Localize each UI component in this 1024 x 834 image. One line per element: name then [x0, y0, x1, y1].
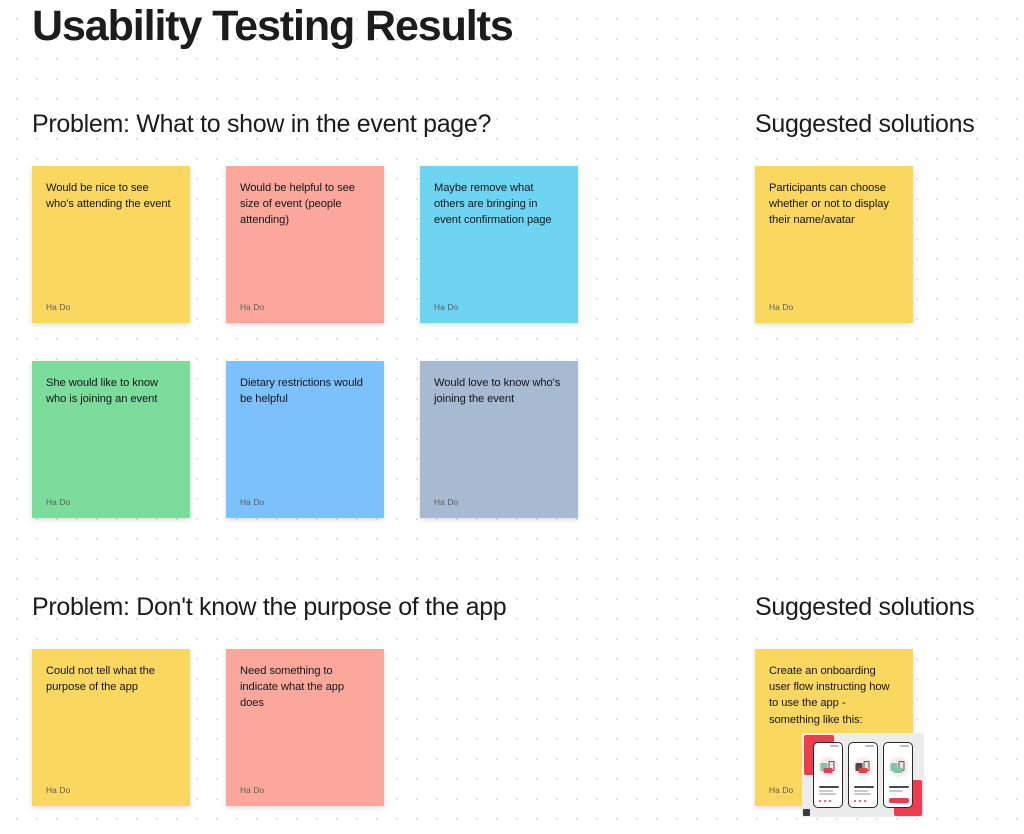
sticky-note[interactable]: She would like to know who is joining an… [32, 361, 190, 518]
sticky-note-author: Ha Do [240, 496, 265, 507]
sticky-note-author: Ha Do [434, 496, 459, 507]
sticky-note[interactable]: Could not tell what the purpose of the a… [32, 649, 190, 806]
sticky-note-author: Ha Do [769, 301, 794, 312]
mockup-pagination-dots-icon [819, 800, 831, 802]
sticky-note-text: Would love to know who's joining the eve… [434, 377, 561, 406]
sticky-note-text: Would be nice to see who's attending the… [46, 182, 171, 211]
mockup-illustration [853, 757, 873, 777]
mockup-illustration [888, 757, 908, 777]
onboarding-mockup-image [802, 733, 924, 817]
section-heading-solutions-1: Suggested solutions [755, 110, 975, 138]
sticky-note-text: Maybe remove what others are bringing in… [434, 182, 552, 227]
mockup-illustration [818, 757, 838, 777]
sticky-note[interactable]: Maybe remove what others are bringing in… [420, 166, 578, 323]
mockup-pagination-dots-icon [854, 800, 866, 802]
sticky-note-text: Need something to indicate what the app … [240, 665, 345, 710]
sticky-note[interactable]: Would be helpful to see size of event (p… [226, 166, 384, 323]
mockup-statusbar-icon [900, 745, 909, 747]
sticky-note-author: Ha Do [434, 301, 459, 312]
mockup-phone-screen-1 [813, 742, 843, 808]
sticky-note[interactable]: Need something to indicate what the app … [226, 649, 384, 806]
solution-sticky-note-with-mockup[interactable]: Create an onboarding user flow instructi… [755, 649, 924, 817]
mockup-corner-badge-icon [803, 809, 810, 816]
sticky-note-author: Ha Do [240, 301, 265, 312]
sticky-note-author: Ha Do [46, 784, 71, 795]
mockup-phone-screen-3 [883, 742, 913, 808]
section-heading-solutions-2: Suggested solutions [755, 593, 975, 621]
page-title: Usability Testing Results [32, 2, 514, 50]
sticky-note[interactable]: Would be nice to see who's attending the… [32, 166, 190, 323]
sticky-note[interactable]: Dietary restrictions would be helpful Ha… [226, 361, 384, 518]
sticky-note[interactable]: Would love to know who's joining the eve… [420, 361, 578, 518]
sticky-note-author: Ha Do [240, 784, 265, 795]
sticky-note-text: She would like to know who is joining an… [46, 377, 159, 406]
sticky-note-text: Could not tell what the purpose of the a… [46, 665, 155, 694]
sticky-note-author: Ha Do [46, 301, 71, 312]
section-heading-problem-1: Problem: What to show in the event page? [32, 110, 492, 138]
mockup-phone-screen-2 [848, 742, 878, 808]
mockup-statusbar-icon [865, 745, 874, 747]
sticky-note-author: Ha Do [46, 496, 71, 507]
solution-sticky-note[interactable]: Participants can choose whether or not t… [755, 166, 913, 323]
sticky-note-text: Participants can choose whether or not t… [769, 182, 889, 227]
section-heading-problem-2: Problem: Don't know the purpose of the a… [32, 593, 507, 621]
whiteboard-canvas: Usability Testing Results Problem: What … [0, 0, 1024, 834]
sticky-note-text: Create an onboarding user flow instructi… [769, 665, 890, 726]
sticky-note-text: Dietary restrictions would be helpful [240, 377, 363, 406]
mockup-cta-button [889, 798, 909, 803]
mockup-statusbar-icon [830, 745, 839, 747]
sticky-note-text: Would be helpful to see size of event (p… [240, 182, 355, 227]
